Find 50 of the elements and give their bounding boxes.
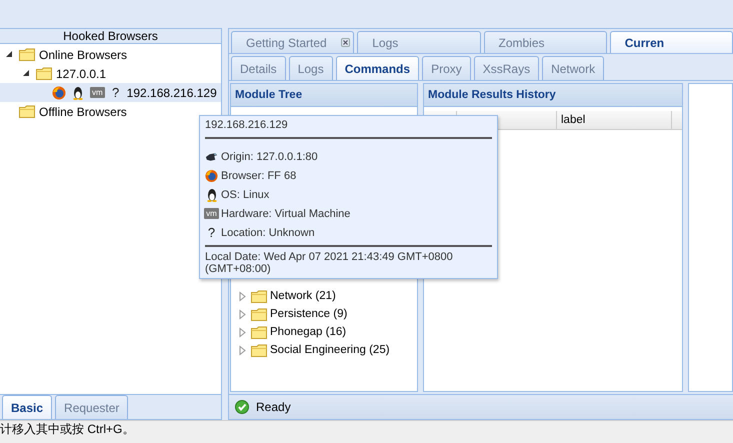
category-label: Persistence (9) [270, 308, 348, 320]
hint-text: 计移入其中或按 Ctrl+G。 [0, 420, 733, 443]
expand-arrow-icon[interactable] [237, 326, 248, 338]
status-text: Ready [256, 400, 291, 414]
panel-title: Hooked Browsers [0, 29, 221, 44]
firefox-icon [205, 168, 218, 182]
tab[interactable]: Commands [336, 56, 420, 80]
penguin-icon [72, 86, 84, 100]
category-label: Phonegap (16) [270, 326, 346, 338]
category-label: Network (21) [270, 290, 336, 302]
vm-icon: vm [90, 87, 105, 98]
info-line: Location: Unknown [221, 226, 315, 238]
tree-label[interactable]: Offline Browsers [39, 104, 127, 118]
close-icon[interactable] [341, 38, 350, 47]
folder-icon [251, 326, 267, 338]
tooltip-title: 192.168.216.129 [205, 119, 289, 131]
folder-icon [19, 48, 35, 61]
collapse-arrow-icon[interactable] [4, 49, 15, 60]
expand-arrow-icon[interactable] [237, 290, 248, 302]
firefox-icon [52, 86, 66, 100]
question-icon: ? [110, 86, 121, 99]
panel-title: Module Tree [231, 84, 417, 107]
module-category[interactable]: Phonegap (16) [237, 323, 417, 341]
module-category[interactable]: Social Engineering (25) [237, 341, 417, 359]
tree-label[interactable]: 127.0.0.1 [56, 66, 106, 80]
module-category[interactable]: Network (21) [237, 287, 417, 305]
tree-label[interactable]: Online Browsers [39, 48, 128, 62]
question-icon: ? [206, 226, 216, 239]
folder-icon [251, 344, 267, 356]
expand-arrow-icon[interactable] [237, 308, 248, 320]
folder-icon [36, 67, 52, 80]
browser-row[interactable]: vm ? 192.168.216.129 [0, 83, 221, 102]
info-line: Browser: FF 68 [221, 170, 296, 182]
category-label: Social Engineering (25) [270, 344, 390, 356]
expand-arrow-icon[interactable] [237, 344, 248, 356]
logo-icon [205, 150, 218, 162]
info-line: Hardware: Virtual Machine [221, 208, 350, 220]
info-line: Origin: 127.0.0.1:80 [221, 150, 318, 162]
folder-icon [251, 308, 267, 320]
panel-title: Module Results History [424, 84, 682, 107]
info-line: OS: Linux [221, 188, 270, 200]
collapse-arrow-icon[interactable] [21, 68, 32, 79]
folder-icon [251, 290, 267, 302]
tab[interactable]: Basic [2, 395, 52, 419]
module-category[interactable]: Persistence (9) [237, 305, 417, 323]
local-date: Local Date: Wed Apr 07 2021 21:43:49 GMT+0800 (GMT+08:00) [205, 251, 454, 275]
tab[interactable]: Curren [610, 31, 733, 53]
vm-icon: vm [204, 208, 219, 219]
folder-icon [19, 105, 35, 118]
penguin-icon [206, 188, 218, 202]
